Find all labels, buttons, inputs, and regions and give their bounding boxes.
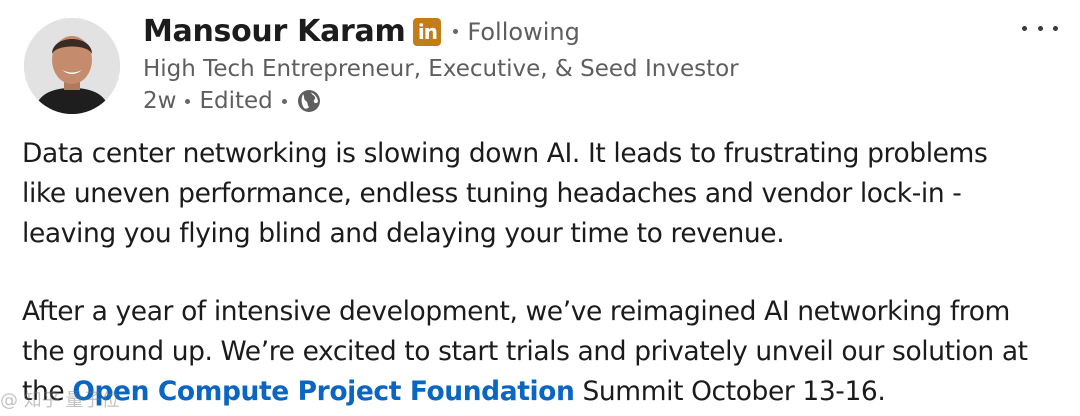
author-avatar[interactable] bbox=[24, 18, 120, 114]
post-body: Data center networking is slowing down A… bbox=[22, 134, 1067, 412]
following-status[interactable]: Following bbox=[467, 18, 579, 46]
dot bbox=[1022, 25, 1027, 31]
separator-dot bbox=[185, 98, 191, 104]
separator-dot bbox=[453, 29, 459, 34]
post-body-line: the Open Compute Project Foundation Summ… bbox=[22, 372, 1067, 412]
more-options-button[interactable] bbox=[1022, 18, 1058, 38]
watermark: @ 知乎 量子位 bbox=[0, 390, 120, 411]
post-body-line: the ground up. We’re excited to start tr… bbox=[22, 336, 1028, 367]
author-header: Mansour Karam in Following bbox=[143, 14, 580, 49]
post-body-line: leaving you flying blind and delaying yo… bbox=[22, 218, 785, 249]
edited-label: Edited bbox=[199, 88, 273, 114]
post-age[interactable]: 2w bbox=[143, 88, 176, 114]
author-name[interactable]: Mansour Karam bbox=[143, 14, 406, 49]
post-meta: 2w Edited bbox=[143, 88, 321, 114]
post-body-line: Data center networking is slowing down A… bbox=[22, 138, 988, 169]
mention-link[interactable]: Open Compute Project Foundation bbox=[72, 376, 575, 407]
separator-dot bbox=[281, 98, 287, 104]
linkedin-premium-icon: in bbox=[413, 17, 442, 46]
globe-icon bbox=[297, 90, 320, 112]
post-body-text: Summit October 13-16. bbox=[574, 376, 886, 407]
post-body-line: After a year of intensive development, w… bbox=[22, 296, 1010, 327]
dot bbox=[1037, 25, 1043, 31]
post-body-line: like uneven performance, endless tuning … bbox=[22, 178, 962, 209]
avatar-photo bbox=[24, 18, 120, 114]
dot bbox=[1053, 25, 1058, 31]
author-headline: High Tech Entrepreneur, Executive, & See… bbox=[143, 56, 739, 82]
